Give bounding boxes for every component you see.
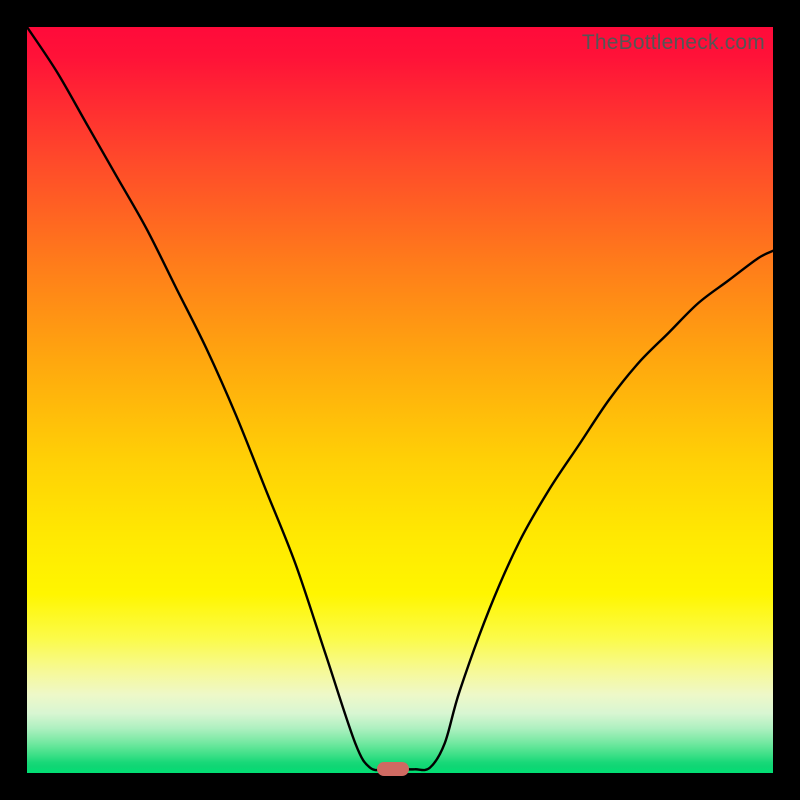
optimal-marker [377,762,409,776]
plot-area: TheBottleneck.com [27,27,773,773]
chart-frame: TheBottleneck.com [0,0,800,800]
watermark-text: TheBottleneck.com [582,31,765,55]
bottleneck-curve [27,27,773,773]
